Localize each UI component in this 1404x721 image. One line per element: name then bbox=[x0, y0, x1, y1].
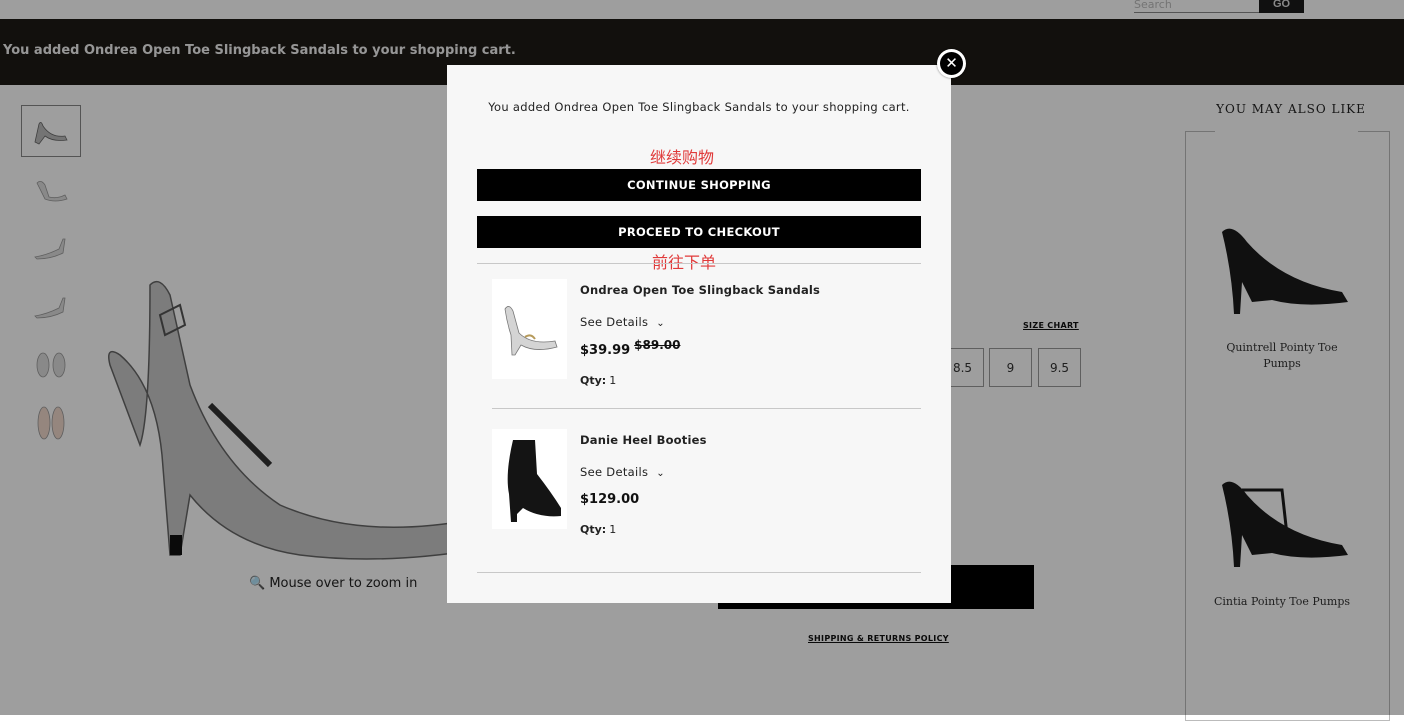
divider bbox=[492, 408, 921, 409]
see-details-toggle[interactable]: See Details ⌄ bbox=[580, 315, 665, 329]
cart-item-qty: Qty: 1 bbox=[580, 523, 616, 536]
qty-value: 1 bbox=[609, 523, 617, 536]
cart-item-name[interactable]: Danie Heel Booties bbox=[580, 433, 707, 447]
close-modal-button[interactable]: ✕ bbox=[937, 49, 966, 78]
see-details-toggle[interactable]: See Details ⌄ bbox=[580, 465, 665, 479]
divider bbox=[477, 263, 921, 264]
see-details-label: See Details bbox=[580, 315, 649, 329]
continue-shopping-button[interactable]: CONTINUE SHOPPING bbox=[477, 169, 921, 201]
cart-item-image[interactable] bbox=[492, 429, 567, 529]
original-price: $89.00 bbox=[634, 338, 681, 352]
modal-message: You added Ondrea Open Toe Slingback Sand… bbox=[488, 100, 910, 114]
checkout-annotation: 前往下单 bbox=[652, 253, 717, 272]
see-details-label: See Details bbox=[580, 465, 649, 479]
continue-annotation: 继续购物 bbox=[650, 148, 715, 167]
cart-item-name[interactable]: Ondrea Open Toe Slingback Sandals bbox=[580, 283, 820, 297]
sale-price: $39.99 bbox=[580, 343, 631, 358]
close-icon: ✕ bbox=[940, 52, 963, 75]
qty-label: Qty: bbox=[580, 374, 607, 387]
cart-item-price: $39.99 $89.00 bbox=[580, 338, 680, 358]
chevron-down-icon: ⌄ bbox=[656, 468, 665, 479]
qty-label: Qty: bbox=[580, 523, 607, 536]
qty-value: 1 bbox=[609, 374, 617, 387]
divider bbox=[477, 572, 921, 573]
cart-item-qty: Qty: 1 bbox=[580, 374, 616, 387]
sale-price: $129.00 bbox=[580, 492, 640, 507]
proceed-to-checkout-button[interactable]: PROCEED TO CHECKOUT bbox=[477, 216, 921, 248]
cart-item-price: $129.00 bbox=[580, 492, 639, 507]
chevron-down-icon: ⌄ bbox=[656, 318, 665, 329]
cart-item-image[interactable] bbox=[492, 279, 567, 379]
